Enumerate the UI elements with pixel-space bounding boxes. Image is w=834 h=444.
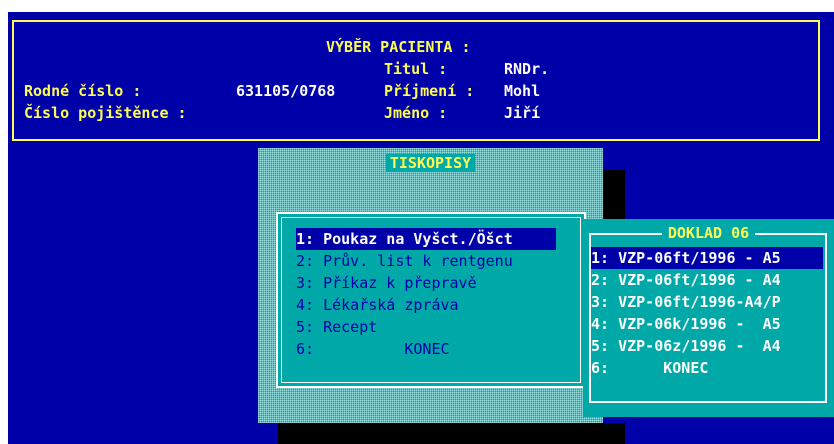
patient-header-panel: VÝBĚR PACIENTA : Titul : RNDr. Rodné čís…: [12, 20, 820, 141]
popup-shadow-bottom: [278, 423, 625, 444]
doklad-item-5[interactable]: 5: VZP-06z/1996 - A4: [591, 335, 823, 357]
popup-shadow-right: [603, 170, 625, 220]
doklad-item-4[interactable]: 4: VZP-06k/1996 - A5: [591, 313, 823, 335]
tiskopisy-title: TISKOPISY: [385, 154, 476, 172]
titul-label: Titul :: [384, 60, 448, 78]
prijmeni-value: Mohl: [504, 82, 541, 100]
dos-screen: VÝBĚR PACIENTA : Titul : RNDr. Rodné čís…: [8, 12, 834, 444]
doklad-item-1[interactable]: 1: VZP-06ft/1996 - A5: [591, 247, 823, 269]
menu-item-recept[interactable]: 5: Recept: [296, 316, 377, 338]
menu-item-poukaz[interactable]: 1: Poukaz na Vyšct./Öšct: [296, 228, 556, 250]
titul-value: RNDr.: [504, 60, 550, 78]
doklad-window: DOKLAD 06 1: VZP-06ft/1996 - A5 2: VZP-0…: [583, 219, 834, 417]
menu-item-lekarska-zprava[interactable]: 4: Lékařská zpráva: [296, 294, 459, 316]
menu-item-prikaz-k-preprave[interactable]: 3: Příkaz k přepravě: [296, 272, 477, 294]
doklad-title: DOKLAD 06: [661, 224, 756, 242]
tiskopisy-window: TISKOPISY 1: Poukaz na Vyšct./Öšct 2: Pr…: [258, 148, 603, 423]
jmeno-value: Jiří: [504, 104, 541, 122]
rodne-cislo-value: 631105/0768: [236, 82, 336, 100]
menu-item-pruvodni-list[interactable]: 2: Prův. list k rentgenu: [296, 250, 513, 272]
cislo-pojistence-label: Číslo pojištěnce :: [24, 104, 187, 122]
jmeno-label: Jméno :: [384, 104, 448, 122]
prijmeni-label: Příjmení :: [384, 82, 475, 100]
doklad-item-3[interactable]: 3: VZP-06ft/1996-A4/P: [591, 291, 823, 313]
header-title: VÝBĚR PACIENTA :: [326, 38, 471, 56]
doklad-item-2[interactable]: 2: VZP-06ft/1996 - A4: [591, 269, 823, 291]
rodne-cislo-label: Rodné číslo :: [24, 82, 142, 100]
doklad-item-konec[interactable]: 6: KONEC: [591, 357, 823, 379]
menu-item-konec[interactable]: 6: KONEC: [296, 338, 450, 360]
